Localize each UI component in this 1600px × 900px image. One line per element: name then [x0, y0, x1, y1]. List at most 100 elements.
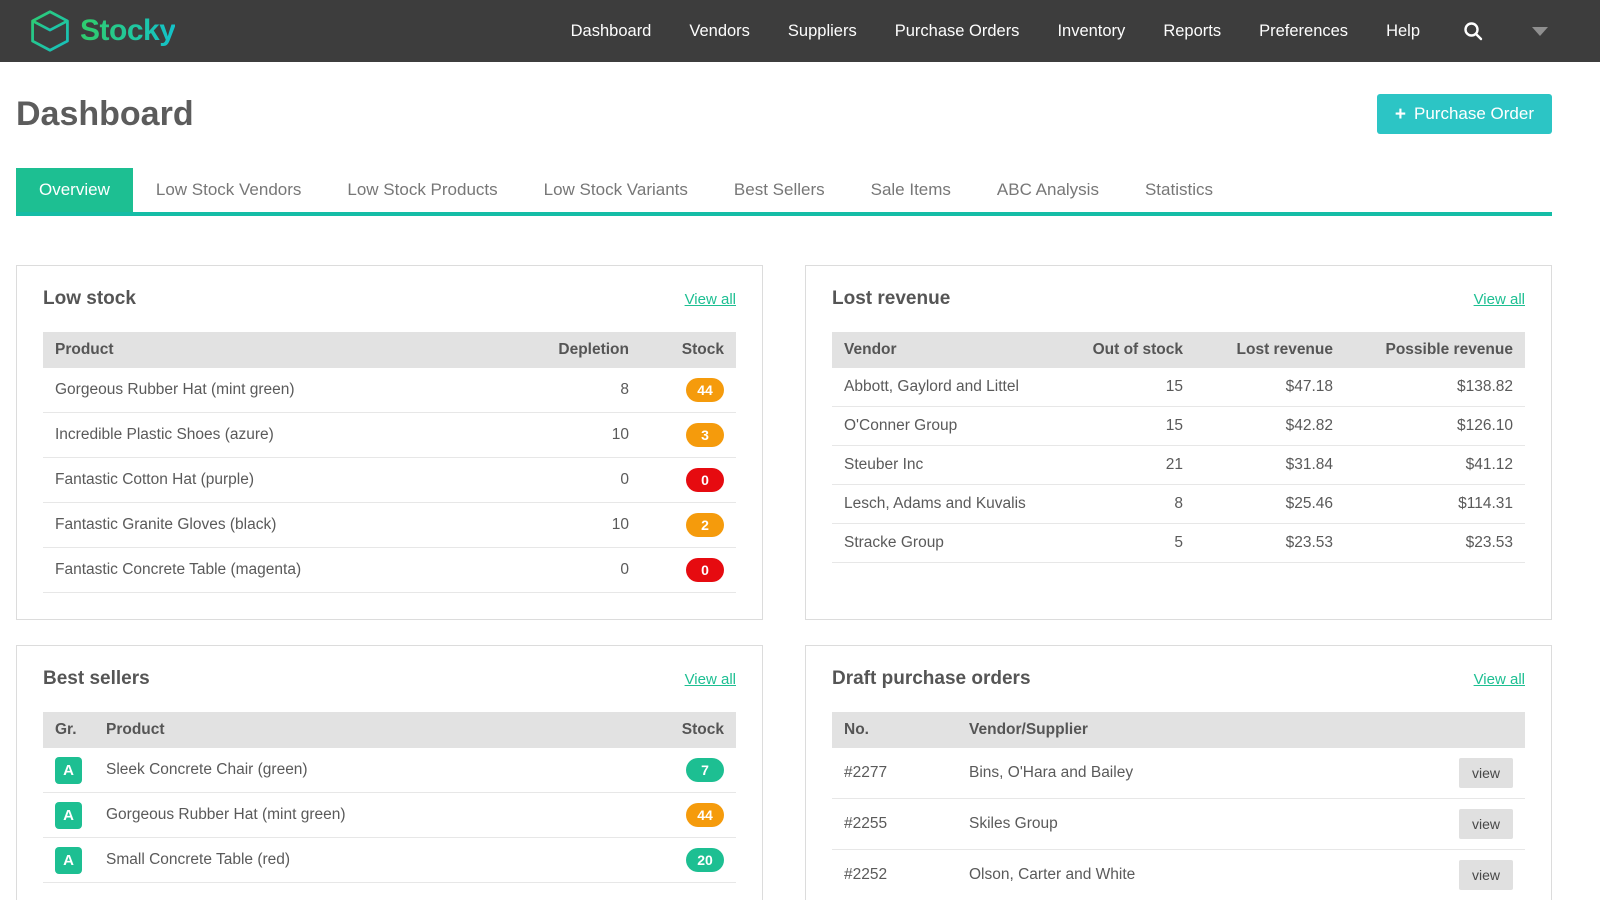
number-column-header: No.: [832, 712, 957, 748]
nav-item-inventory[interactable]: Inventory: [1057, 22, 1125, 41]
depletion-value: 10: [531, 503, 641, 548]
low-stock-view-all-link[interactable]: View all: [685, 291, 736, 308]
stock-column-header: Stock: [641, 332, 736, 368]
product-name: Fantastic Granite Gloves (black): [43, 503, 531, 548]
out-of-stock-value: 15: [1080, 368, 1195, 407]
possible-revenue-column-header: Possible revenue: [1345, 332, 1525, 368]
lost-revenue-value: $47.18: [1195, 368, 1345, 407]
top-navigation: Stocky Dashboard Vendors Suppliers Purch…: [0, 0, 1600, 62]
lost-revenue-value: $23.53: [1195, 524, 1345, 563]
nav-item-purchase-orders[interactable]: Purchase Orders: [895, 22, 1020, 41]
page-title: Dashboard: [16, 95, 194, 134]
possible-revenue-value: $23.53: [1345, 524, 1525, 563]
tab-low-stock-products[interactable]: Low Stock Products: [324, 168, 520, 212]
grade-column-header: Gr.: [43, 712, 94, 748]
search-icon[interactable]: [1462, 20, 1484, 42]
draft-purchase-orders-table: No. Vendor/Supplier #2277 Bins, O'Hara a…: [832, 712, 1525, 900]
lost-revenue-view-all-link[interactable]: View all: [1474, 291, 1525, 308]
lost-revenue-value: $42.82: [1195, 407, 1345, 446]
stock-badge: 7: [686, 758, 724, 782]
nav-item-suppliers[interactable]: Suppliers: [788, 22, 857, 41]
depletion-column-header: Depletion: [531, 332, 641, 368]
nav-item-vendors[interactable]: Vendors: [689, 22, 750, 41]
best-sellers-title: Best sellers: [43, 668, 150, 690]
dashboard-tabs: Overview Low Stock Vendors Low Stock Pro…: [16, 168, 1552, 216]
vendor-name: Steuber Inc: [832, 446, 1080, 485]
possible-revenue-value: $126.10: [1345, 407, 1525, 446]
table-row: Gorgeous Rubber Hat (mint green) 8 44: [43, 368, 736, 413]
table-row: Stracke Group 5 $23.53 $23.53: [832, 524, 1525, 563]
page-header: Dashboard + Purchase Order: [16, 94, 1552, 134]
stock-badge: 0: [686, 558, 724, 582]
tab-low-stock-variants[interactable]: Low Stock Variants: [521, 168, 711, 212]
table-row: A Gorgeous Rubber Hat (mint green) 44: [43, 793, 736, 838]
vendor-name: Lesch, Adams and Kuvalis: [832, 485, 1080, 524]
product-name: Incredible Plastic Shoes (azure): [43, 413, 531, 458]
low-stock-table: Product Depletion Stock Gorgeous Rubber …: [43, 332, 736, 593]
depletion-value: 0: [531, 458, 641, 503]
nav-item-dashboard[interactable]: Dashboard: [571, 22, 652, 41]
table-row: Steuber Inc 21 $31.84 $41.12: [832, 446, 1525, 485]
product-name: Gorgeous Rubber Hat (mint green): [94, 793, 641, 838]
chevron-down-icon[interactable]: [1532, 27, 1548, 36]
lost-revenue-value: $25.46: [1195, 485, 1345, 524]
nav-item-reports[interactable]: Reports: [1163, 22, 1221, 41]
table-header-row: Gr. Product Stock: [43, 712, 736, 748]
dashboard-panels: Low stock View all Product Depletion Sto…: [0, 265, 1600, 900]
out-of-stock-value: 5: [1080, 524, 1195, 563]
table-row: Fantastic Granite Gloves (black) 10 2: [43, 503, 736, 548]
product-name: Fantastic Cotton Hat (purple): [43, 458, 531, 503]
table-row: Fantastic Cotton Hat (purple) 0 0: [43, 458, 736, 503]
draft-purchase-orders-view-all-link[interactable]: View all: [1474, 671, 1525, 688]
product-name: Sleek Concrete Chair (green): [94, 748, 641, 793]
table-row: Abbott, Gaylord and Littel 15 $47.18 $13…: [832, 368, 1525, 407]
tab-sale-items[interactable]: Sale Items: [848, 168, 974, 212]
low-stock-panel: Low stock View all Product Depletion Sto…: [16, 265, 763, 620]
stock-badge: 0: [686, 468, 724, 492]
new-purchase-order-label: Purchase Order: [1414, 104, 1534, 124]
stock-badge: 3: [686, 423, 724, 447]
table-header-row: Product Depletion Stock: [43, 332, 736, 368]
tab-abc-analysis[interactable]: ABC Analysis: [974, 168, 1122, 212]
table-row: A Small Concrete Table (red) 20: [43, 838, 736, 883]
table-row: A Sleek Concrete Chair (green) 7: [43, 748, 736, 793]
best-sellers-view-all-link[interactable]: View all: [685, 671, 736, 688]
tab-overview[interactable]: Overview: [16, 168, 133, 212]
depletion-value: 0: [531, 548, 641, 593]
po-number: #2277: [832, 748, 957, 799]
best-sellers-panel: Best sellers View all Gr. Product Stock …: [16, 645, 763, 900]
product-name: Small Concrete Table (red): [94, 838, 641, 883]
product-column-header: Product: [43, 332, 531, 368]
table-row: Fantastic Concrete Table (magenta) 0 0: [43, 548, 736, 593]
table-row: O'Conner Group 15 $42.82 $126.10: [832, 407, 1525, 446]
po-vendor: Bins, O'Hara and Bailey: [957, 748, 1447, 799]
vendor-name: Abbott, Gaylord and Littel: [832, 368, 1080, 407]
possible-revenue-value: $138.82: [1345, 368, 1525, 407]
po-vendor: Olson, Carter and White: [957, 850, 1447, 900]
tab-best-sellers[interactable]: Best Sellers: [711, 168, 848, 212]
grade-badge: A: [55, 847, 82, 874]
stocky-logo[interactable]: Stocky: [28, 9, 175, 53]
possible-revenue-value: $41.12: [1345, 446, 1525, 485]
possible-revenue-value: $114.31: [1345, 485, 1525, 524]
nav-item-help[interactable]: Help: [1386, 22, 1420, 41]
grade-badge: A: [55, 757, 82, 784]
lost-revenue-value: $31.84: [1195, 446, 1345, 485]
nav-item-preferences[interactable]: Preferences: [1259, 22, 1348, 41]
nav-links: Dashboard Vendors Suppliers Purchase Ord…: [571, 20, 1548, 42]
lost-revenue-table: Vendor Out of stock Lost revenue Possibl…: [832, 332, 1525, 563]
view-po-button[interactable]: view: [1459, 860, 1513, 890]
out-of-stock-value: 21: [1080, 446, 1195, 485]
product-name: Gorgeous Rubber Hat (mint green): [43, 368, 531, 413]
table-row: #2277 Bins, O'Hara and Bailey view: [832, 748, 1525, 799]
new-purchase-order-button[interactable]: + Purchase Order: [1377, 94, 1552, 134]
lost-revenue-panel: Lost revenue View all Vendor Out of stoc…: [805, 265, 1552, 620]
vendor-supplier-column-header: Vendor/Supplier: [957, 712, 1447, 748]
tab-statistics[interactable]: Statistics: [1122, 168, 1236, 212]
po-number: #2252: [832, 850, 957, 900]
tab-low-stock-vendors[interactable]: Low Stock Vendors: [133, 168, 325, 212]
view-po-button[interactable]: view: [1459, 758, 1513, 788]
out-of-stock-value: 8: [1080, 485, 1195, 524]
view-po-button[interactable]: view: [1459, 809, 1513, 839]
table-row: Lesch, Adams and Kuvalis 8 $25.46 $114.3…: [832, 485, 1525, 524]
